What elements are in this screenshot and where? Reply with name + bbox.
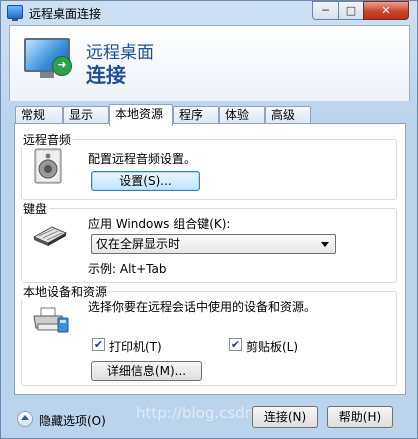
tab-local-resources[interactable]: 本地资源	[109, 104, 173, 126]
printer-devices-icon	[33, 307, 69, 333]
clipboard-checkbox[interactable]: ✔	[229, 338, 242, 351]
window-title: 远程桌面连接	[29, 7, 102, 21]
connect-button[interactable]: 连接(N)	[252, 406, 318, 428]
keyboard-description: 应用 Windows 组合键(K):	[88, 217, 231, 231]
tab-advanced[interactable]: 高级	[265, 106, 311, 124]
help-button[interactable]: 帮助(H)	[327, 406, 393, 428]
keyboard-group: 键盘 应用 Windows 组合键(K): 仅在全屏显示时 示例: Alt+Ta…	[21, 200, 397, 283]
title-bar[interactable]: 远程桌面连接 ─ □ ✕	[1, 1, 417, 25]
details-button[interactable]: 详细信息(M)...	[91, 361, 202, 381]
tab-display[interactable]: 显示	[63, 106, 109, 124]
hide-options-link[interactable]: 隐藏选项(O)	[39, 412, 106, 429]
remote-audio-description: 配置远程音频设置。	[88, 152, 197, 166]
windows-key-combination-value: 仅在全屏显示时	[96, 237, 181, 251]
audio-settings-button[interactable]: 设置(S)...	[91, 171, 200, 191]
remote-audio-label: 远程音频	[21, 131, 74, 148]
speaker-icon	[34, 148, 62, 184]
printer-checkbox[interactable]: ✔	[92, 338, 105, 351]
remote-desktop-app-icon	[7, 5, 23, 21]
rdp-window: 远程桌面连接 ─ □ ✕ ➜ 远程桌面 连接 常规 显示 本地资源 程序 体验 …	[0, 0, 418, 439]
header-banner: ➜ 远程桌面 连接	[9, 25, 410, 101]
keyboard-example: 示例: Alt+Tab	[88, 262, 167, 276]
tab-general[interactable]: 常规	[15, 106, 63, 124]
local-devices-group: 本地设备和资源 选择你要在远程会话中使用的设备和资源。 ✔ 打印机(T) ✔ 剪…	[21, 283, 397, 386]
close-button[interactable]: ✕	[363, 1, 409, 20]
remote-audio-group: 远程音频 配置远程音频设置。 设置(S)...	[21, 131, 397, 200]
minimize-button[interactable]: ─	[312, 1, 339, 20]
tab-experience[interactable]: 体验	[219, 106, 265, 124]
keyboard-label: 键盘	[21, 200, 50, 217]
tab-programs[interactable]: 程序	[173, 106, 219, 124]
chevron-down-icon	[321, 242, 329, 247]
printer-checkbox-label[interactable]: 打印机(T)	[109, 338, 162, 355]
keyboard-icon	[32, 226, 68, 246]
local-devices-description: 选择你要在远程会话中使用的设备和资源。	[88, 300, 317, 314]
maximize-button[interactable]: □	[338, 1, 364, 20]
local-resources-panel: 远程音频 配置远程音频设置。 设置(S)... 键盘 应用 Windows 组合…	[14, 123, 406, 395]
clipboard-checkbox-label[interactable]: 剪贴板(L)	[246, 338, 298, 355]
header-title-line2: 连接	[86, 63, 126, 87]
chevron-up-icon[interactable]	[17, 411, 33, 427]
windows-key-combination-select[interactable]: 仅在全屏显示时	[91, 234, 336, 254]
remote-desktop-monitor-icon: ➜	[24, 38, 74, 78]
